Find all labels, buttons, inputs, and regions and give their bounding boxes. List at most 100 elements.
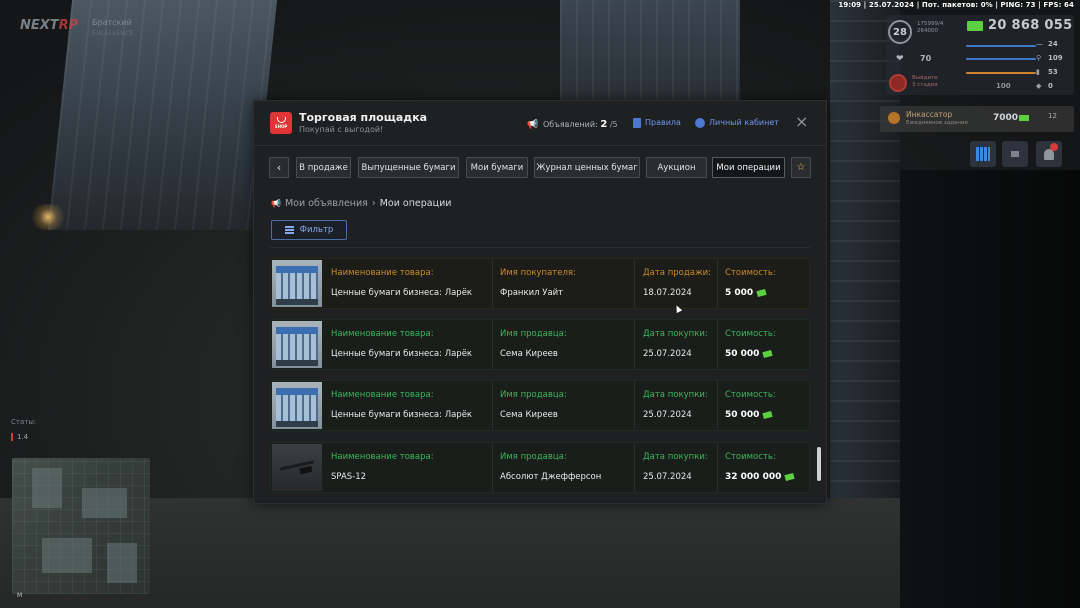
notifications-button[interactable]: [1036, 141, 1062, 167]
date-cell: Дата покупки: 25.07.2024: [634, 320, 714, 369]
party-cell: Имя продавца: Сема Киреев: [492, 320, 632, 369]
map-block: [32, 468, 62, 508]
breadcrumb-parent[interactable]: Мои объявления: [285, 198, 368, 209]
price-cell: Стоимость: 50 000: [717, 320, 809, 369]
tab-securities-log[interactable]: Журнал ценных бумаг: [534, 157, 640, 178]
scrollbar[interactable]: [817, 447, 821, 481]
money-icon: [967, 21, 983, 31]
money-icon: [1019, 115, 1029, 121]
wanted-icon: [889, 74, 907, 92]
water-icon: ▮: [1036, 68, 1040, 76]
armor-value: 24: [1048, 40, 1058, 48]
calendar-icon: [976, 147, 990, 161]
tab-my-securities[interactable]: Мои бумаги: [466, 157, 528, 178]
operation-row[interactable]: Наименование товара: Ценные бумаги бизне…: [270, 380, 810, 431]
rules-icon: [633, 118, 641, 128]
stats-value: 1.4: [11, 433, 28, 441]
price-value: 5 000: [725, 288, 754, 298]
wanted-text: Выйдите 3 стадия: [912, 75, 938, 88]
shop-icon: SHOP: [270, 112, 292, 134]
food-bar: [966, 58, 1036, 60]
menu-icon: [1011, 151, 1019, 157]
marketplace-window: SHOP Торговая площадка Покупай с выгодой…: [253, 100, 827, 504]
window-title: Торговая площадка: [299, 111, 428, 124]
armor-icon: ⁓: [1036, 41, 1043, 49]
menu-button[interactable]: [1002, 141, 1028, 167]
favorites-button[interactable]: ☆: [791, 157, 811, 178]
tab-auction[interactable]: Аукцион: [646, 157, 707, 178]
operation-row[interactable]: Наименование товара: Ценные бумаги бизне…: [270, 258, 810, 309]
account-link[interactable]: Личный кабинет: [709, 118, 779, 127]
project-logo: NEXTRP: [20, 18, 79, 33]
price-cell: Стоимость: 5 000: [717, 259, 809, 308]
bar-label: 100: [996, 82, 1011, 90]
minimap[interactable]: [12, 458, 150, 594]
kiosk-image: [272, 382, 322, 429]
megaphone-icon: 📢: [271, 199, 281, 208]
experience-text: 175999/4 264000: [917, 21, 944, 34]
megaphone-icon: 📢: [527, 120, 539, 130]
price-value: 50 000: [725, 410, 760, 420]
map-block: [42, 538, 92, 573]
kiosk-image: [272, 260, 322, 307]
back-button[interactable]: ‹: [269, 157, 289, 178]
price-value: 32 000 000: [725, 472, 782, 482]
filter-icon: [284, 226, 294, 234]
cash-icon: [762, 349, 774, 358]
quest-title: Инкассатор: [906, 110, 953, 119]
window-subtitle: Покупай с выгодой!: [299, 125, 384, 134]
operation-row[interactable]: Наименование товара: Ценные бумаги бизне…: [270, 319, 810, 370]
shotgun-image: [272, 444, 322, 491]
cash-icon: [762, 410, 774, 419]
map-block: [107, 543, 137, 583]
skyscraper: [47, 0, 278, 230]
date-cell: Дата покупки: 25.07.2024: [634, 381, 714, 430]
map-block: [82, 488, 127, 518]
kiosk-image: [272, 321, 322, 368]
divider: [270, 247, 810, 248]
rules-link[interactable]: Правила: [645, 118, 681, 127]
party-cell: Имя продавца: Сема Киреев: [492, 381, 632, 430]
minimap-label: M: [17, 592, 23, 599]
ads-counter: Объявлений: 2 /5: [543, 119, 618, 130]
water-bar: [966, 72, 1036, 74]
window-header: SHOP Торговая площадка Покупай с выгодой…: [254, 101, 826, 146]
tab-on-sale[interactable]: В продаже: [296, 157, 351, 178]
stats-label: Статы:: [11, 418, 37, 426]
calendar-button[interactable]: [970, 141, 996, 167]
filter-label: Фильтр: [299, 225, 334, 235]
price-cell: Стоимость: 32 000 000: [717, 443, 809, 492]
health-value: 70: [920, 54, 932, 63]
quest-reward: 7000: [993, 113, 1019, 123]
water-value: 53: [1048, 68, 1058, 76]
stamina-icon: ◆: [1036, 82, 1042, 90]
status-line: 19:09 | 25.07.2024 | Пот. пакетов: 0% | …: [838, 1, 1074, 9]
operations-list: Наименование товара: Ценные бумаги бизне…: [270, 247, 810, 493]
party-cell: Имя покупателя: Франкил Уайт: [492, 259, 632, 308]
cash-icon: [784, 472, 795, 481]
breadcrumb: 📢 Мои объявления › Мои операции: [271, 198, 451, 209]
dark-building: [900, 170, 1080, 608]
notification-dot: [1050, 143, 1058, 151]
user-icon: [695, 118, 705, 128]
armor-bar: [966, 45, 1036, 47]
tab-issued-securities[interactable]: Выпущенные бумаги: [358, 157, 459, 178]
skyscraper: [560, 0, 740, 110]
stamina-value: 0: [1048, 82, 1053, 90]
breadcrumb-current: Мои операции: [379, 198, 452, 209]
date-cell: Дата покупки: 25.07.2024: [634, 443, 714, 492]
server-name: Братский EXCELLENCE: [92, 18, 134, 37]
party-cell: Имя продавца: Абсолют Джефферсон: [492, 443, 632, 492]
operation-row[interactable]: Наименование товара: SPAS-12 Имя продавц…: [270, 442, 810, 493]
level-badge: 28: [888, 20, 912, 44]
date-cell: Дата продажи: 18.07.2024: [634, 259, 714, 308]
filter-button[interactable]: Фильтр: [271, 220, 347, 240]
cash-icon: [756, 288, 767, 297]
price-cell: Стоимость: 50 000: [717, 381, 809, 430]
tab-my-operations[interactable]: Мои операции: [712, 157, 785, 178]
breadcrumb-separator: ›: [371, 198, 376, 209]
price-value: 50 000: [725, 349, 760, 359]
money-balance: 20 868 055: [988, 18, 1073, 33]
quest-icon: [888, 112, 900, 124]
close-button[interactable]: ×: [795, 114, 808, 130]
